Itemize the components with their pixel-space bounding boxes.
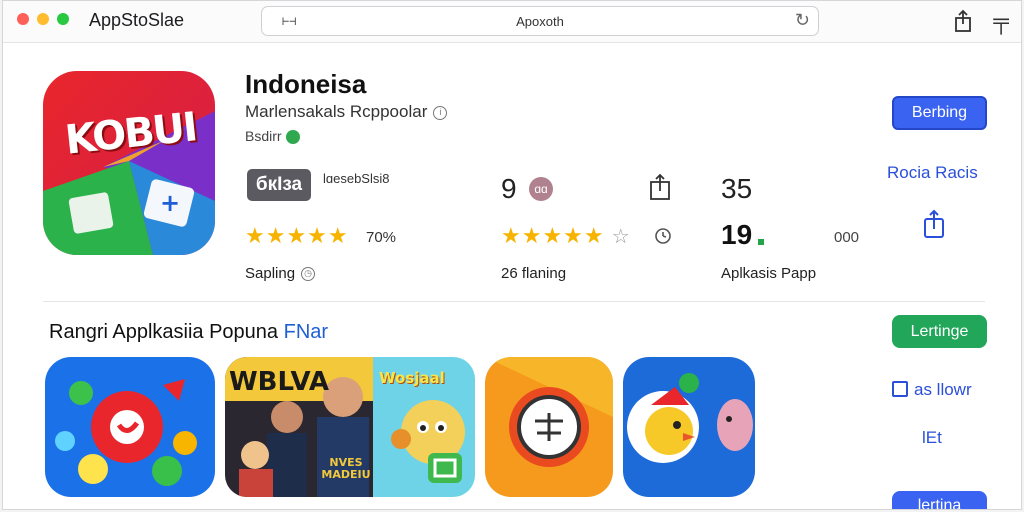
reload-icon[interactable]: ↻ [795,10,810,31]
stat-bottom: 19 [721,219,753,250]
developer-name: Bsdirr [245,128,282,144]
empty-star-icon: ☆ [611,226,631,248]
clock-small-icon: ◷ [301,267,316,282]
rating-stars-left: ★★★★★ [245,223,349,248]
app-tile[interactable]: WBLVA NVES MADEIU [225,357,373,497]
address-bar[interactable]: ⊢⊣ Apoxoth ↻ [261,6,819,36]
info-icon[interactable]: i [433,105,448,120]
rating-percent: 70% [366,229,397,246]
follow-checkbox-row[interactable]: as llowr [892,380,972,400]
stat-side: 000 [834,229,860,246]
section-divider [43,301,985,302]
section-title: Rangri Applkasiia Popuna FNar [49,321,328,344]
address-text: Apoxoth [516,14,564,29]
rating-count: 9 [501,173,517,204]
stat-caption-right: Aplkasis Papp [721,265,817,282]
app-tile[interactable] [45,357,215,497]
app-tile[interactable]: Wosjaal [373,357,475,497]
toolbar: AppStoSlae ⊢⊣ Apoxoth ↻ ╤ [3,1,1021,43]
tile-game-title: Wosjaal [379,369,445,387]
window-title: AppStoSlae [89,10,185,30]
rating-stars-mid: ★★★★★ ☆ [501,223,631,249]
stat-caption-left-text: Sapling [245,265,296,282]
stat-caption-mid: 26 flaning [501,265,567,282]
share-icon[interactable] [922,209,946,239]
svg-text:+: + [160,189,180,217]
app-tile[interactable] [485,357,613,497]
share-icon[interactable] [648,173,672,201]
app-developer[interactable]: Bsdirr [245,128,300,145]
section-title-accent[interactable]: FNar [284,321,328,343]
age-rating-caption: lɑesebSlsi8 [323,171,390,186]
ratings-link[interactable]: Rocia Racis [887,163,978,183]
rating-stars-mid-filled: ★★★★★ [501,223,605,248]
stat-caption-left: Sapling ◷ [245,265,316,282]
clock-icon [655,228,671,244]
app-store-window: AppStoSlae ⊢⊣ Apoxoth ↻ ╤ + KOBUI Indone… [2,0,1022,510]
see-all-button[interactable]: Lertinge [892,315,987,348]
stat-top: 35 [721,173,753,204]
tile-game-subtitle: NVES MADEIU [321,456,371,481]
app-name: Indoneisa [245,69,367,99]
share-icon[interactable] [949,7,977,35]
checkbox[interactable] [892,381,908,397]
status-dot [758,239,764,245]
age-rating-badge: бкІза [247,169,311,201]
minimize-window-button[interactable] [37,13,49,25]
new-tab-icon[interactable]: ╤ [987,7,1015,35]
featured-app-icon[interactable]: + KOBUI [43,71,215,255]
tile-game-title: WBLVA [229,367,329,397]
app-tile[interactable] [623,357,755,497]
close-window-button[interactable] [17,13,29,25]
zoom-window-button[interactable] [57,13,69,25]
more-button[interactable]: lertina [892,491,987,509]
checkbox-label: as llowr [914,380,972,399]
app-subtitle: Marlensakals Rcppoolar i [245,102,448,122]
rating-badge: ɑɑ [529,177,553,201]
section-title-main: Rangri Applkasiia Popuna [49,321,279,343]
verified-icon [285,130,300,145]
edit-link[interactable]: lEt [922,428,942,448]
get-button[interactable]: Berbing [892,96,987,130]
app-subtitle-text: Marlensakals Rcppoolar [245,102,428,121]
